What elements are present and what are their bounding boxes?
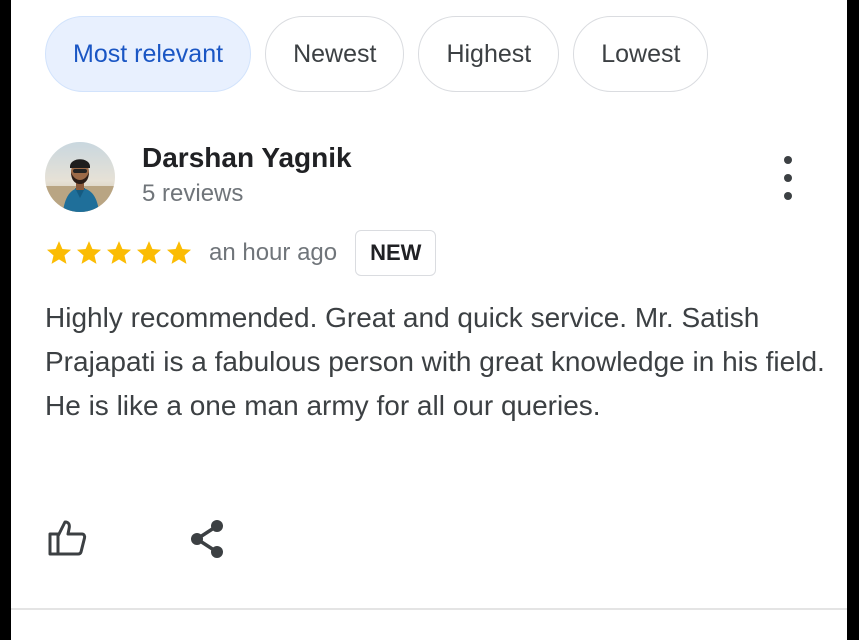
menu-dot: [784, 192, 792, 200]
reviewer-avatar[interactable]: [45, 142, 115, 212]
star-icon: [106, 241, 132, 264]
star-icon: [166, 241, 192, 264]
review-time: an hour ago: [209, 239, 338, 266]
chip-highest[interactable]: Highest: [418, 16, 560, 92]
menu-dot: [784, 174, 792, 182]
menu-dot: [784, 156, 792, 164]
star-icon: [76, 241, 102, 264]
star-rating: [45, 239, 193, 267]
more-vert-icon[interactable]: [775, 156, 801, 200]
reviewer-review-count: 5 reviews: [142, 180, 244, 207]
rating-row: an hour ago NEW: [45, 230, 437, 276]
share-icon[interactable]: [187, 518, 227, 560]
reviews-screen: Most relevant Newest Highest Lowest Dars…: [11, 0, 847, 640]
thumbs-up-icon[interactable]: [45, 516, 89, 560]
avatar-photo: [45, 142, 115, 212]
sort-chips: Most relevant Newest Highest Lowest: [45, 16, 709, 92]
star-icon: [46, 241, 72, 264]
chip-most-relevant[interactable]: Most relevant: [45, 16, 252, 92]
new-badge: NEW: [355, 230, 437, 276]
review-text: Highly recommended. Great and quick serv…: [45, 302, 825, 421]
chip-lowest[interactable]: Lowest: [573, 16, 709, 92]
star-icon: [136, 241, 162, 264]
reviewer-name[interactable]: Darshan Yagnik: [142, 142, 352, 174]
divider: [11, 608, 847, 610]
chip-newest[interactable]: Newest: [265, 16, 405, 92]
